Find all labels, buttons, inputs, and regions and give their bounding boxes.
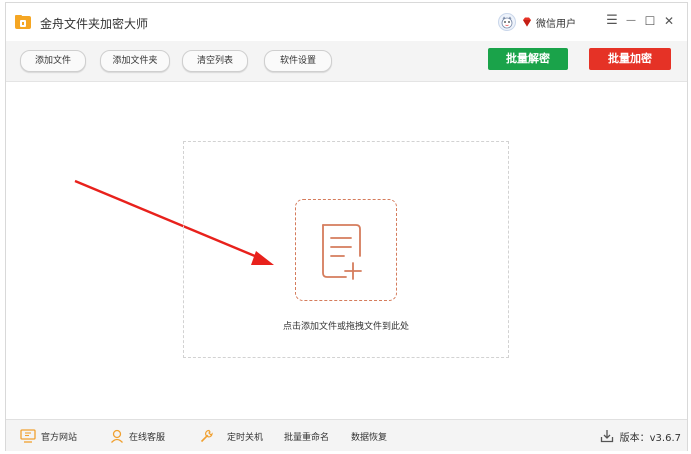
- monitor-icon: [20, 429, 36, 443]
- title-bar: 金舟文件夹加密大师 微信用户 ☰ — ☐ ✕: [6, 3, 687, 42]
- batch-rename-label: 批量重命名: [284, 432, 330, 443]
- avatar[interactable]: [498, 13, 516, 31]
- settings-button[interactable]: 软件设置: [264, 50, 332, 72]
- timer-shutdown-link[interactable]: 定时关机: [199, 428, 263, 444]
- customer-service-icon: [111, 429, 123, 443]
- version-info[interactable]: 版本：v3.6.7: [600, 428, 681, 444]
- batch-encrypt-button[interactable]: 批量加密: [589, 48, 671, 70]
- add-file-icon: [322, 224, 362, 280]
- timer-shutdown-label: 定时关机: [227, 432, 264, 443]
- data-recovery-label: 数据恢复: [351, 432, 388, 443]
- official-website-label: 官方网站: [41, 432, 78, 443]
- drop-hint-text: 点击添加文件或拖拽文件到此处: [282, 322, 409, 332]
- close-button[interactable]: ✕: [661, 12, 677, 30]
- download-icon: [600, 430, 613, 443]
- toolbar: 添加文件 添加文件夹 清空列表 软件设置 批量解密 批量加密: [6, 41, 687, 82]
- batch-rename-link[interactable]: 批量重命名: [284, 428, 329, 444]
- app-window: 金舟文件夹加密大师 微信用户 ☰ — ☐ ✕ 添加文件 添加文件夹 清空列表 软…: [5, 2, 688, 451]
- version-label: 版本：v3.6.7: [619, 432, 681, 444]
- vip-diamond-icon: [523, 17, 531, 27]
- app-logo-icon: [15, 15, 31, 29]
- user-avatar-icon: [501, 16, 513, 29]
- maximize-button[interactable]: ☐: [642, 12, 658, 30]
- add-folder-button[interactable]: 添加文件夹: [100, 50, 170, 72]
- online-support-label: 在线客服: [129, 432, 166, 443]
- app-title: 金舟文件夹加密大师: [40, 17, 149, 31]
- status-bar: 官方网站 在线客服 定时关机 批量重命名 数据恢复 版本：v3.6.7: [6, 419, 687, 451]
- menu-icon[interactable]: ☰: [604, 12, 620, 30]
- data-recovery-link[interactable]: 数据恢复: [351, 428, 387, 444]
- user-name[interactable]: 微信用户: [536, 15, 576, 30]
- official-website-link[interactable]: 官方网站: [20, 428, 77, 444]
- wrench-icon: [200, 429, 213, 443]
- clear-list-button[interactable]: 清空列表: [182, 50, 248, 72]
- add-file-target[interactable]: [295, 199, 397, 301]
- file-drop-zone[interactable]: 点击添加文件或拖拽文件到此处: [183, 141, 509, 358]
- minimize-button[interactable]: —: [623, 12, 639, 30]
- online-support-link[interactable]: 在线客服: [110, 428, 165, 444]
- user-area[interactable]: 微信用户: [498, 12, 576, 32]
- add-file-button[interactable]: 添加文件: [20, 50, 86, 72]
- batch-decrypt-button[interactable]: 批量解密: [488, 48, 568, 70]
